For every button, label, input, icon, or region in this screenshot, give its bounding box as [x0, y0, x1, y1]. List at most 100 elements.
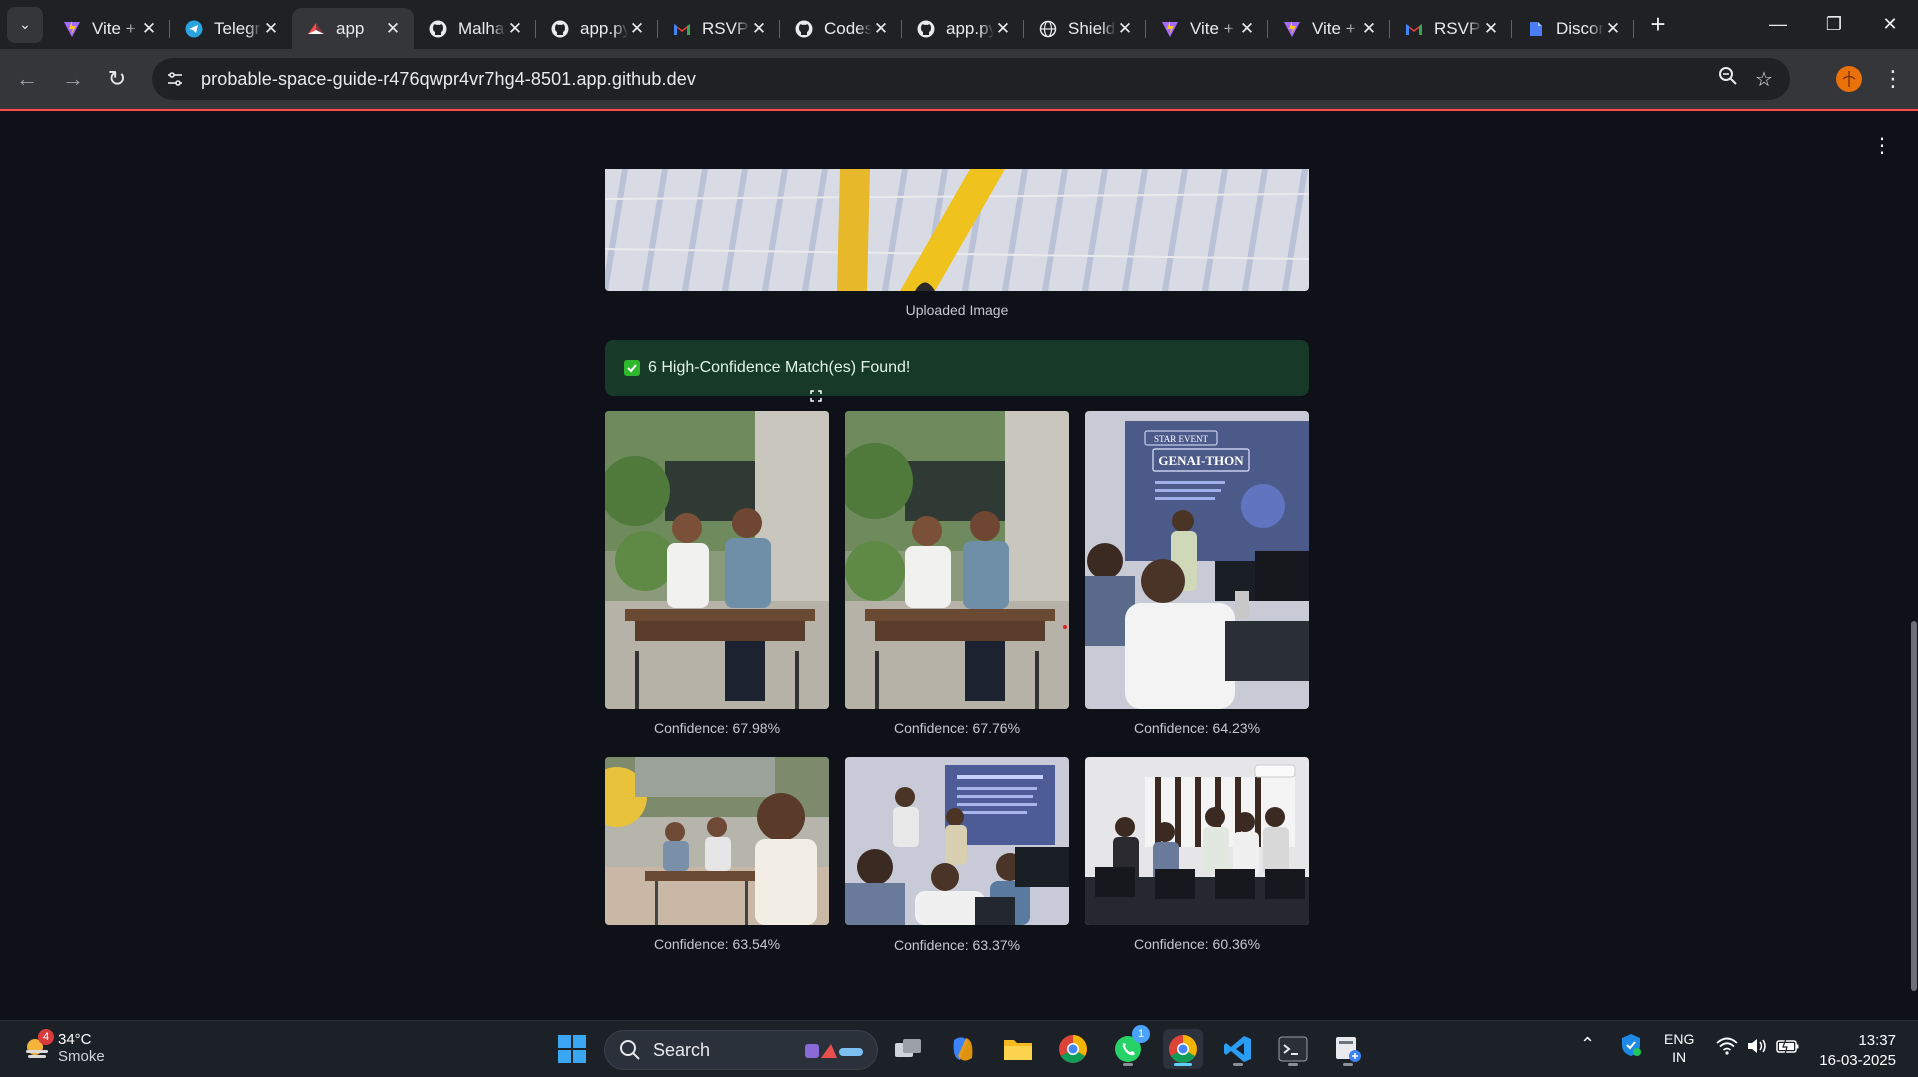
more-vert-icon: ⋮ — [1872, 135, 1892, 157]
browser-toolbar: ← → ↻ probable-space-guide-r476qwpr4vr7h… — [0, 49, 1918, 109]
folder-icon — [1004, 1040, 1032, 1060]
task-view-button[interactable] — [888, 1029, 928, 1069]
globe-icon — [1038, 19, 1058, 39]
show-hidden-icons-button[interactable]: ⌃ — [1580, 1035, 1595, 1054]
success-message: 6 High-Confidence Match(es) Found! — [648, 359, 911, 376]
running-indicator — [1288, 1063, 1298, 1066]
more-vert-icon: ⋮ — [1882, 66, 1904, 91]
chevron-down-icon: ⌄ — [19, 16, 31, 32]
forward-button[interactable]: → — [56, 62, 90, 96]
browser-menu-button[interactable]: ⋮ — [1880, 62, 1906, 96]
close-tab-icon[interactable]: ✕ — [506, 19, 524, 38]
zoom-button[interactable] — [1710, 61, 1746, 97]
windows-taskbar: 4 34°C Smoke Search 1 ⌃ ENG IN 13:37 16-… — [0, 1020, 1918, 1077]
close-tab-icon[interactable]: ✕ — [628, 19, 646, 38]
reload-button[interactable]: ↻ — [100, 62, 134, 96]
browser-tab-1[interactable]: Vite + React✕ — [48, 8, 170, 49]
close-icon: ✕ — [1882, 14, 1898, 34]
active-indicator — [1174, 1063, 1192, 1066]
new-tab-button[interactable]: + — [1642, 9, 1674, 41]
snipping-tool-button[interactable] — [1328, 1029, 1368, 1069]
uploaded-image-caption: Uploaded Image — [905, 302, 1009, 318]
weather-widget[interactable]: 4 34°C Smoke — [22, 1029, 105, 1065]
close-tab-icon[interactable]: ✕ — [262, 19, 280, 38]
browser-tab-8[interactable]: app.py ✕ — [902, 8, 1024, 49]
match-confidence-3: Confidence: 64.23% — [1133, 720, 1261, 736]
taskbar-search-box[interactable]: Search — [604, 1030, 878, 1070]
close-tab-icon[interactable]: ✕ — [1604, 19, 1622, 38]
chrome-icon — [1059, 1035, 1087, 1063]
terminal-button[interactable] — [1273, 1029, 1313, 1069]
vite-icon — [62, 19, 82, 39]
running-indicator — [1123, 1063, 1133, 1066]
bookmark-button[interactable]: ☆ — [1746, 61, 1782, 97]
vscode-icon — [1224, 1036, 1251, 1062]
close-tab-icon[interactable]: ✕ — [750, 19, 768, 38]
browser-tab-10[interactable]: Vite + React✕ — [1146, 8, 1268, 49]
match-image-1 — [605, 411, 829, 709]
chrome-taskbar-button[interactable] — [1053, 1029, 1093, 1069]
profile-avatar[interactable] — [1836, 66, 1862, 92]
back-button[interactable]: ← — [10, 62, 44, 96]
tab-title: Codespaces — [824, 18, 872, 38]
streamlit-icon — [306, 19, 326, 39]
chrome-active-taskbar-button[interactable] — [1163, 1029, 1203, 1069]
close-tab-icon[interactable]: ✕ — [872, 19, 890, 38]
weather-icon: 4 — [22, 1029, 54, 1063]
browser-tab-5[interactable]: app.py ✕ — [536, 8, 658, 49]
browser-tab-11[interactable]: Vite + React✕ — [1268, 8, 1390, 49]
close-tab-icon[interactable]: ✕ — [384, 19, 402, 38]
browser-tab-7[interactable]: Codespaces✕ — [780, 8, 902, 49]
close-window-button[interactable]: ✕ — [1862, 0, 1918, 49]
github-icon — [428, 19, 448, 39]
minimize-icon: — — [1769, 14, 1787, 34]
browser-tab-4[interactable]: Malhar ✕ — [414, 8, 536, 49]
vite-icon — [1282, 19, 1302, 39]
scrollbar-thumb[interactable] — [1911, 621, 1917, 991]
tab-title: Vite + React — [1190, 18, 1238, 38]
browser-tab-9[interactable]: Shields✕ — [1024, 8, 1146, 49]
language-line-2: IN — [1672, 1049, 1687, 1065]
browser-tab-2[interactable]: Telegram✕ — [170, 8, 292, 49]
tab-search-button[interactable]: ⌄ — [7, 6, 43, 43]
browser-tab-13[interactable]: Discord✕ — [1512, 8, 1634, 49]
tab-title: Discord — [1556, 18, 1604, 38]
start-button[interactable] — [552, 1029, 592, 1069]
match-image-2 — [845, 411, 1069, 709]
app-main-menu-button[interactable]: ⋮ — [1872, 133, 1892, 158]
address-bar[interactable]: probable-space-guide-r476qwpr4vr7hg4-850… — [152, 58, 1790, 100]
file-explorer-button[interactable] — [998, 1029, 1038, 1069]
zoom-icon — [1718, 66, 1738, 92]
vite-icon — [1160, 19, 1180, 39]
restore-button[interactable]: ❐ — [1806, 0, 1862, 49]
match-confidence-5: Confidence: 63.37% — [893, 937, 1021, 953]
language-indicator[interactable]: ENG IN — [1664, 1030, 1694, 1066]
minimize-button[interactable]: — — [1750, 0, 1806, 49]
close-tab-icon[interactable]: ✕ — [1116, 19, 1134, 38]
page-scrollbar[interactable] — [1910, 111, 1918, 1020]
close-tab-icon[interactable]: ✕ — [1482, 19, 1500, 38]
tab-title: Malhar — [458, 18, 506, 38]
whatsapp-button[interactable]: 1 — [1108, 1025, 1150, 1069]
close-tab-icon[interactable]: ✕ — [994, 19, 1012, 38]
close-tab-icon[interactable]: ✕ — [140, 19, 158, 38]
tab-strip: Vite + React✕Telegram✕app✕Malhar✕app.py✕… — [48, 0, 1634, 49]
vscode-button[interactable] — [1218, 1029, 1258, 1069]
docs-icon — [1526, 19, 1546, 39]
close-tab-icon[interactable]: ✕ — [1360, 19, 1378, 38]
browser-tab-6[interactable]: RSVP ✕ — [658, 8, 780, 49]
fullscreen-button[interactable] — [806, 386, 826, 406]
browser-tab-12[interactable]: RSVP ✕ — [1390, 8, 1512, 49]
clock-time: 13:37 — [1858, 1032, 1896, 1049]
copilot-button[interactable] — [943, 1029, 983, 1069]
close-tab-icon[interactable]: ✕ — [1238, 19, 1256, 38]
quick-settings-button[interactable] — [1716, 1037, 1800, 1055]
star-icon: ☆ — [1755, 68, 1773, 91]
security-tray-icon[interactable] — [1620, 1033, 1642, 1061]
system-clock[interactable]: 13:37 16-03-2025 — [1819, 1031, 1896, 1071]
browser-tab-3[interactable]: app ✕ — [292, 8, 414, 49]
arrow-left-icon: ← — [16, 66, 38, 91]
volume-icon — [1748, 1039, 1766, 1053]
tab-title: app — [336, 18, 365, 38]
site-info-icon[interactable] — [157, 61, 193, 97]
